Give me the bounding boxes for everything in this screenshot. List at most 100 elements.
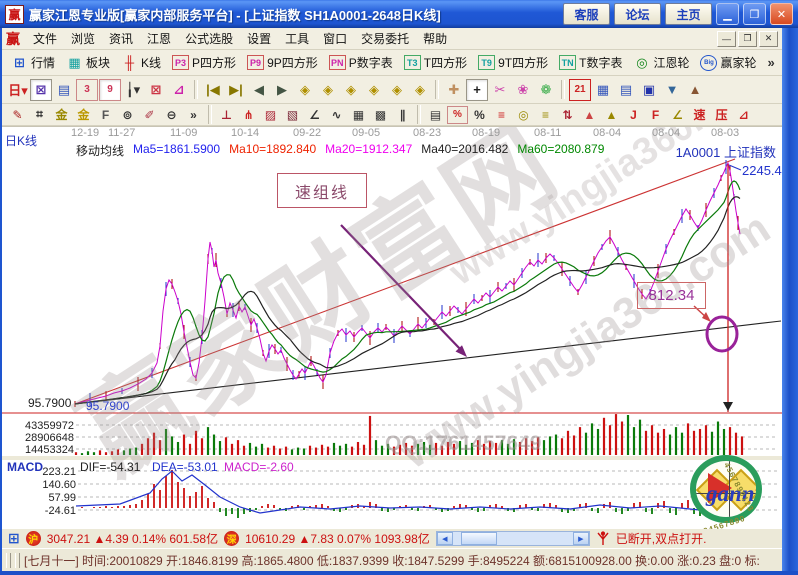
- box-pattern2-button[interactable]: ▧: [282, 106, 303, 124]
- menu-formula[interactable]: 公式选股: [178, 28, 240, 49]
- kline-chart-panel[interactable]: 赢家财富网 www.yingjia360.com www.yingjia360.…: [2, 126, 782, 529]
- menu-settings[interactable]: 设置: [240, 28, 278, 49]
- vertical-pen-button[interactable]: ⇅: [557, 106, 578, 124]
- diamond-full-button[interactable]: ◈: [409, 79, 431, 101]
- scrollbar-thumb[interactable]: [461, 532, 497, 545]
- percent-plain-button[interactable]: %: [469, 106, 490, 124]
- diamond-expand-button[interactable]: ◈: [386, 79, 408, 101]
- sectors-button[interactable]: ▦板块: [62, 53, 114, 72]
- quote-grid-icon[interactable]: ⊞: [8, 530, 20, 547]
- pressure-line-button[interactable]: 压: [711, 106, 732, 124]
- ellipse-tool-button[interactable]: ⊖: [161, 106, 182, 124]
- grid-tool2-button[interactable]: ▩: [370, 106, 391, 124]
- anchor-tool-button[interactable]: ❀: [512, 79, 534, 101]
- grip-handle[interactable]: [15, 553, 20, 568]
- customer-service-button[interactable]: 客服: [563, 3, 610, 25]
- comb-tool-button[interactable]: ⌗: [29, 106, 50, 124]
- notes-button[interactable]: ▤: [615, 79, 637, 101]
- gold-comb-button[interactable]: 金: [51, 106, 72, 124]
- layout-pattern-button[interactable]: ⊠: [30, 79, 52, 101]
- diamond-left-button[interactable]: ◈: [294, 79, 316, 101]
- t9-square-button[interactable]: T99T四方形: [474, 53, 552, 72]
- pen-tool-button[interactable]: ✎: [7, 106, 28, 124]
- p-number-button[interactable]: PNP数字表: [325, 53, 397, 72]
- percent-box-button[interactable]: %: [447, 106, 468, 124]
- p-square-button[interactable]: P3P四方形: [168, 53, 240, 72]
- percent-lines-button[interactable]: ≡: [491, 106, 512, 124]
- info-document-button[interactable]: ▤: [53, 79, 75, 101]
- scroll-right-icon[interactable]: ▶: [573, 532, 589, 545]
- forum-button[interactable]: 论坛: [614, 3, 661, 25]
- menu-news[interactable]: 资讯: [102, 28, 140, 49]
- import-button[interactable]: ▲: [684, 79, 706, 101]
- menu-help[interactable]: 帮助: [416, 28, 454, 49]
- gann-wheel-button[interactable]: ◎江恩轮: [629, 53, 693, 72]
- window-border[interactable]: [782, 28, 798, 571]
- gold-circle-button[interactable]: ◎: [513, 106, 534, 124]
- flag-chart-button[interactable]: ⊿: [168, 79, 190, 101]
- nav-first-button[interactable]: |◀: [202, 79, 224, 101]
- j-line-button[interactable]: J: [623, 106, 644, 124]
- f-line-button[interactable]: F: [645, 106, 666, 124]
- menu-tools[interactable]: 工具: [278, 28, 316, 49]
- close-button[interactable]: ✕: [770, 3, 793, 25]
- t-square-button[interactable]: T3T四方形: [400, 53, 471, 72]
- zigzag-lines-button[interactable]: ∿: [326, 106, 347, 124]
- price-ruler-button[interactable]: ▤: [425, 106, 446, 124]
- menu-browse[interactable]: 浏览: [64, 28, 102, 49]
- quotes-button[interactable]: ⊞行情: [7, 53, 59, 72]
- square-tool-button[interactable]: ⊿: [733, 106, 754, 124]
- t-number-button[interactable]: TNT数字表: [555, 53, 626, 72]
- diamond-both-button[interactable]: ◈: [340, 79, 362, 101]
- spiral-tool-button[interactable]: ⊚: [117, 106, 138, 124]
- grid-9-chart-button[interactable]: 9: [99, 79, 121, 101]
- angle-tool-button[interactable]: ✂: [489, 79, 511, 101]
- angle-lines-button[interactable]: ∠: [304, 106, 325, 124]
- export-button[interactable]: ▼: [661, 79, 683, 101]
- maximize-button[interactable]: ❐: [743, 3, 766, 25]
- f-comb-button[interactable]: F: [95, 106, 116, 124]
- grip-handle[interactable]: [6, 553, 11, 568]
- scroll-left-icon[interactable]: ◀: [437, 532, 453, 545]
- homepage-button[interactable]: 主页: [665, 3, 712, 25]
- anchor-green-button[interactable]: ❁: [535, 79, 557, 101]
- pen-ruler-button[interactable]: ✐: [139, 106, 160, 124]
- doc-close-button[interactable]: ✕: [759, 31, 778, 47]
- horizontal-scrollbar[interactable]: ◀ ▶: [436, 531, 590, 546]
- parallel-lines-button[interactable]: ∥: [392, 106, 413, 124]
- p9-square-button[interactable]: P99P四方形: [243, 53, 322, 72]
- menu-trade[interactable]: 交易委托: [354, 28, 416, 49]
- gold-comb2-button[interactable]: 金: [73, 106, 94, 124]
- doc-minimize-button[interactable]: —: [717, 31, 736, 47]
- winner-wheel-button[interactable]: Big赢家轮: [696, 53, 760, 72]
- diamond-compress-button[interactable]: ◈: [363, 79, 385, 101]
- save-button[interactable]: ▣: [638, 79, 660, 101]
- minimize-button[interactable]: ▁: [716, 3, 739, 25]
- grid-3-chart-button[interactable]: 3: [76, 79, 98, 101]
- period-daily-dropdown[interactable]: 日▾: [7, 79, 29, 101]
- nav-prev-button[interactable]: ◀: [248, 79, 270, 101]
- pattern-red-button[interactable]: ⊠: [145, 79, 167, 101]
- hand-tool-button[interactable]: ✚: [443, 79, 465, 101]
- gold-angle-button[interactable]: ∠: [667, 106, 688, 124]
- menu-window[interactable]: 窗口: [316, 28, 354, 49]
- menu-file[interactable]: 文件: [26, 28, 64, 49]
- gold-lines-button[interactable]: ≡: [535, 106, 556, 124]
- diamond-right-button[interactable]: ◈: [317, 79, 339, 101]
- toolbar-overflow-icon[interactable]: »: [764, 55, 779, 70]
- speed-line-button[interactable]: 速: [689, 106, 710, 124]
- kline-button[interactable]: ╫K线: [117, 53, 165, 72]
- fan-lines-button[interactable]: ⋔: [238, 106, 259, 124]
- gold-triangle-button[interactable]: ▲: [601, 106, 622, 124]
- grid-tool-button[interactable]: ▦: [348, 106, 369, 124]
- box-pattern-button[interactable]: ▨: [260, 106, 281, 124]
- calendar-button[interactable]: 21: [569, 79, 591, 101]
- more-draw-tools[interactable]: »: [183, 106, 204, 124]
- crosshair-tool-button[interactable]: +: [466, 79, 488, 101]
- menu-gann[interactable]: 江恩: [140, 28, 178, 49]
- nav-last-button[interactable]: ▶|: [225, 79, 247, 101]
- triangle-overlay-button[interactable]: ▲: [579, 106, 600, 124]
- nav-next-button[interactable]: ▶: [271, 79, 293, 101]
- doc-restore-button[interactable]: ❐: [738, 31, 757, 47]
- connection-status[interactable]: 已断开,双点打开.: [616, 530, 707, 547]
